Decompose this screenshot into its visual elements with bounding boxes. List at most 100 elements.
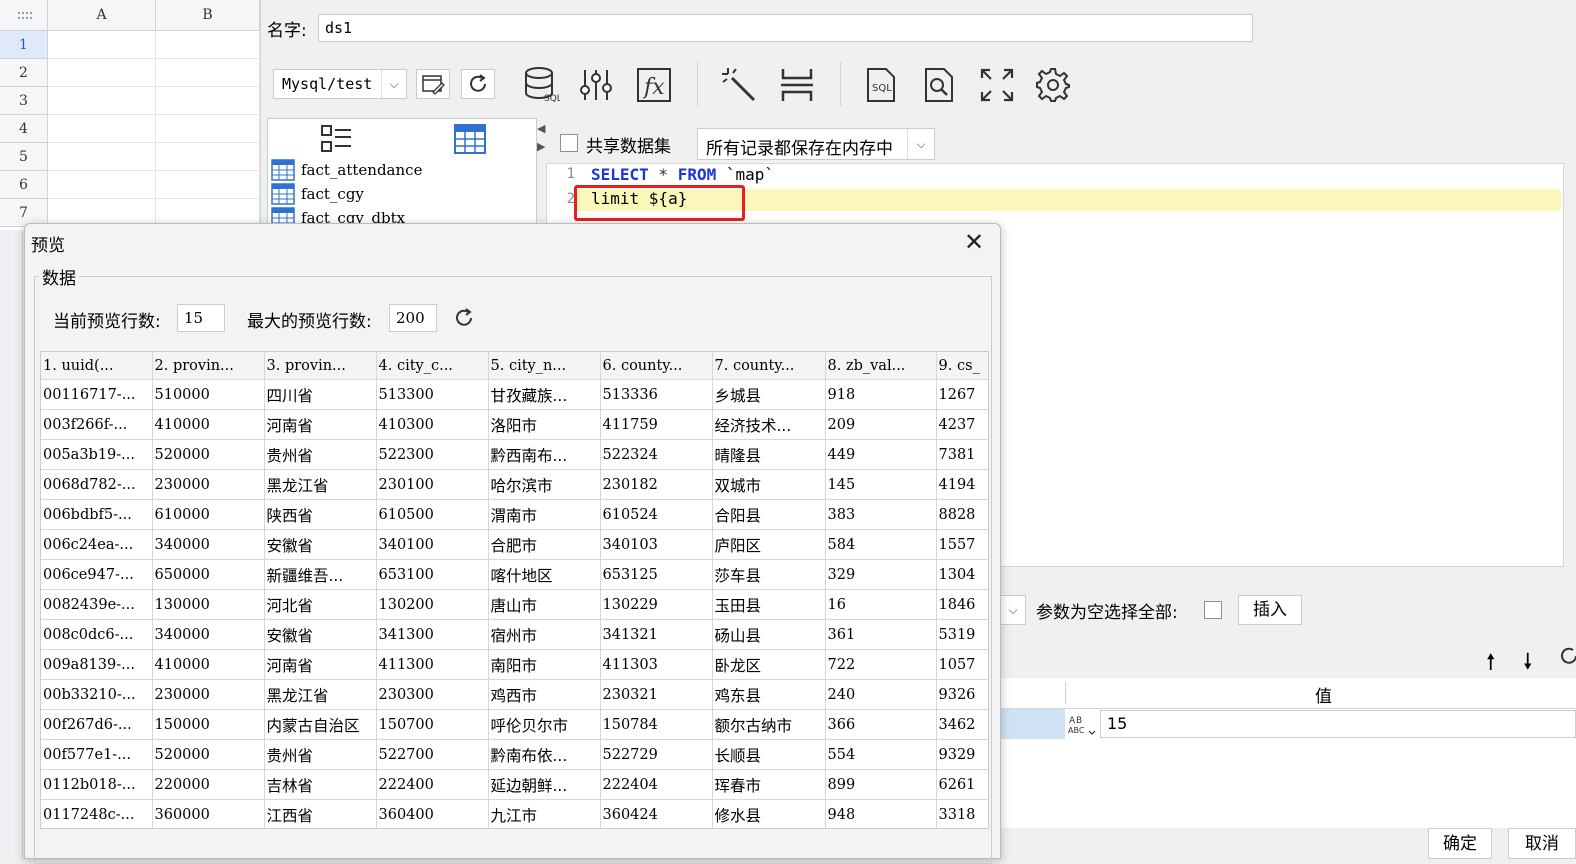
parameters-button[interactable] <box>575 64 617 106</box>
table-cell[interactable]: 341300 <box>376 619 489 650</box>
table-cell[interactable]: 7381 <box>936 439 988 470</box>
table-cell[interactable]: 00f577e1-... <box>41 739 153 770</box>
table-cell[interactable]: 陕西省 <box>264 499 377 530</box>
insert-button[interactable]: 插入 <box>1238 595 1302 625</box>
collapse-left-icon[interactable]: ◀ <box>537 122 545 135</box>
table-cell[interactable]: 340103 <box>600 529 713 560</box>
format-sql-button[interactable] <box>718 64 760 106</box>
formula-button[interactable]: fx <box>633 64 675 106</box>
table-cell[interactable]: 513336 <box>600 379 713 410</box>
table-cell[interactable]: 6261 <box>936 769 988 800</box>
table-cell[interactable]: 玉田县 <box>712 589 826 620</box>
table-cell[interactable]: 340000 <box>152 619 265 650</box>
table-cell[interactable]: 522729 <box>600 739 713 770</box>
table-cell[interactable]: 0112b018-... <box>41 769 153 800</box>
table-cell[interactable]: 合肥市 <box>488 529 601 560</box>
close-icon[interactable]: ✕ <box>964 228 984 256</box>
refresh-button[interactable] <box>461 69 495 99</box>
table-cell[interactable]: 522700 <box>376 739 489 770</box>
table-cell[interactable]: 额尔古纳市 <box>712 709 826 740</box>
refresh-icon[interactable] <box>453 307 475 329</box>
table-row[interactable]: 006bdbf5-... 610000 陕西省 610500 渭南市 610524 合阳县 3… <box>41 499 988 530</box>
current-rows-input[interactable]: 15 <box>177 304 225 332</box>
table-cell[interactable]: 乡城县 <box>712 379 826 410</box>
table-cell[interactable]: 合阳县 <box>712 499 826 530</box>
table-cell[interactable]: 宿州市 <box>488 619 601 650</box>
table-cell[interactable]: 360400 <box>376 799 489 828</box>
table-cell[interactable]: 洛阳市 <box>488 409 601 440</box>
column-header[interactable]: 3. provin... <box>264 352 377 380</box>
column-header[interactable]: 9. cs_ <box>936 352 988 380</box>
column-header[interactable]: 6. county... <box>600 352 713 380</box>
cell-a5[interactable] <box>48 143 156 171</box>
table-cell[interactable]: 3318 <box>936 799 988 828</box>
table-cell[interactable]: 510000 <box>152 379 265 410</box>
table-cell[interactable]: 修水县 <box>712 799 826 828</box>
table-row[interactable]: 00f267d6-... 150000 内蒙古自治区 150700 呼伦贝尔市 15078… <box>41 709 988 740</box>
column-header-a[interactable]: A <box>48 0 156 31</box>
expand-right-icon[interactable]: ▶ <box>537 140 545 153</box>
row-header[interactable]: 4 <box>0 115 48 143</box>
cell-a4[interactable] <box>48 115 156 143</box>
table-cell[interactable]: 珲春市 <box>712 769 826 800</box>
table-cell[interactable]: 00f267d6-... <box>41 709 153 740</box>
table-cell[interactable]: 4237 <box>936 409 988 440</box>
table-row[interactable]: 00b33210-... 230000 黑龙江省 230300 鸡西市 230321 鸡东县… <box>41 679 988 710</box>
param-empty-checkbox[interactable] <box>1204 601 1222 619</box>
table-cell[interactable]: 河南省 <box>264 409 377 440</box>
table-cell[interactable]: 黑龙江省 <box>264 469 377 500</box>
table-cell[interactable]: 006ce947-... <box>41 559 153 590</box>
table-cell[interactable]: 鸡东县 <box>712 679 826 710</box>
table-row[interactable]: 009a8139-... 410000 河南省 411300 南阳市 411303 卧龙区 7… <box>41 649 988 680</box>
table-cell[interactable]: 722 <box>825 649 937 680</box>
memory-mode-select[interactable]: 所有记录都保存在内存中 ⌵ <box>697 128 935 160</box>
table-cell[interactable]: 005a3b19-... <box>41 439 153 470</box>
table-cell[interactable]: 610000 <box>152 499 265 530</box>
table-row[interactable]: 008c0dc6-... 340000 安徽省 341300 宿州市 341321 砀山县 3… <box>41 619 988 650</box>
table-cell[interactable]: 河南省 <box>264 649 377 680</box>
column-header[interactable]: 8. zb_val... <box>825 352 937 380</box>
table-cell[interactable]: 209 <box>825 409 937 440</box>
row-header[interactable]: 5 <box>0 143 48 171</box>
cell-a1[interactable] <box>48 31 156 59</box>
table-cell[interactable]: 双城市 <box>712 469 826 500</box>
page-split-button[interactable] <box>776 64 818 106</box>
table-cell[interactable]: 吉林省 <box>264 769 377 800</box>
table-cell[interactable]: 003f266f-... <box>41 409 153 440</box>
sql-file-button[interactable]: SQL <box>860 64 902 106</box>
table-row[interactable]: 0082439e-... 130000 河北省 130200 唐山市 130229 玉田县 1… <box>41 589 988 620</box>
param-name-cell[interactable] <box>1000 709 1065 739</box>
table-cell[interactable]: 610524 <box>600 499 713 530</box>
table-cell[interactable]: 449 <box>825 439 937 470</box>
fullscreen-button[interactable] <box>976 64 1018 106</box>
table-cell[interactable]: 渭南市 <box>488 499 601 530</box>
table-cell[interactable]: 360000 <box>152 799 265 828</box>
table-cell[interactable]: 366 <box>825 709 937 740</box>
table-cell[interactable]: 130000 <box>152 589 265 620</box>
table-cell[interactable]: 延边朝鲜... <box>488 769 601 800</box>
table-cell[interactable]: 庐阳区 <box>712 529 826 560</box>
table-cell[interactable]: 230000 <box>152 469 265 500</box>
column-header[interactable]: 2. provin... <box>152 352 265 380</box>
table-cell[interactable]: 145 <box>825 469 937 500</box>
table-cell[interactable]: 黔西南布... <box>488 439 601 470</box>
table-cell[interactable]: 361 <box>825 619 937 650</box>
table-row[interactable]: 006ce947-... 650000 新疆维吾... 653100 喀什地区 65312… <box>41 559 988 590</box>
cell-b5[interactable] <box>156 143 260 171</box>
table-cell[interactable]: 9329 <box>936 739 988 770</box>
table-cell[interactable]: 砀山县 <box>712 619 826 650</box>
table-cell[interactable]: 00b33210-... <box>41 679 153 710</box>
table-cell[interactable]: 4194 <box>936 469 988 500</box>
table-cell[interactable]: 341321 <box>600 619 713 650</box>
table-cell[interactable]: 0068d782-... <box>41 469 153 500</box>
table-cell[interactable]: 3462 <box>936 709 988 740</box>
table-cell[interactable]: 黑龙江省 <box>264 679 377 710</box>
table-row[interactable]: 00116717-... 510000 四川省 513300 甘孜藏族... 513336… <box>41 379 988 410</box>
table-cell[interactable]: 240 <box>825 679 937 710</box>
table-cell[interactable]: 222404 <box>600 769 713 800</box>
max-rows-input[interactable]: 200 <box>389 304 437 332</box>
table-cell[interactable]: 150784 <box>600 709 713 740</box>
table-cell[interactable]: 1057 <box>936 649 988 680</box>
table-cell[interactable]: 513300 <box>376 379 489 410</box>
connection-select[interactable]: Mysql/test ⌵ <box>273 69 407 99</box>
